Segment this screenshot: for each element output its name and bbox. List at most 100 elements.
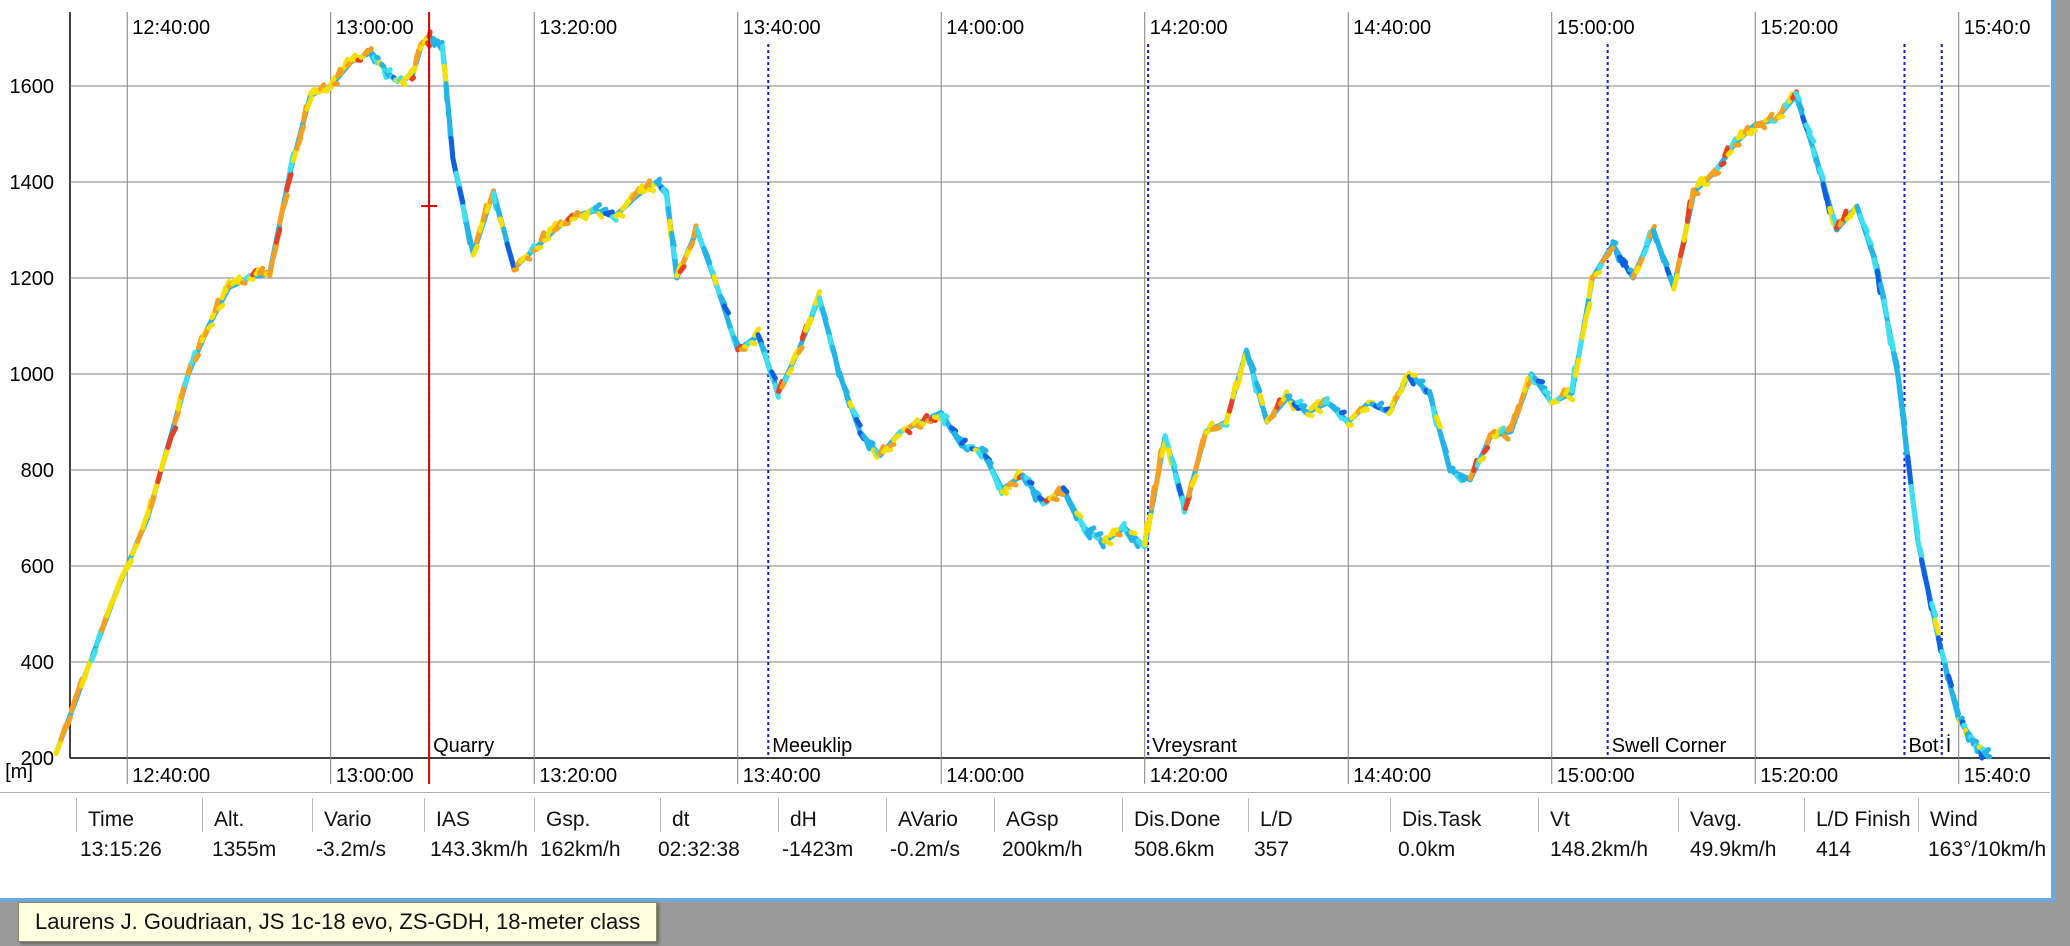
stats-column-value: 163°/10km/h bbox=[1928, 838, 2047, 861]
x-tick-label-top: 14:40:00 bbox=[1353, 17, 1431, 39]
trace-segment bbox=[725, 315, 733, 331]
altitude-chart[interactable]: 1600140012001000800600400200t [m]12:40:0… bbox=[0, 0, 2050, 790]
trace-segment bbox=[959, 437, 968, 446]
stats-column-header[interactable]: Alt. bbox=[214, 808, 244, 832]
trace-segment bbox=[918, 420, 927, 427]
trace-segment bbox=[267, 259, 275, 278]
stats-column-header[interactable]: Vt bbox=[1550, 808, 1570, 832]
stats-column-header[interactable]: L/D Finish bbox=[1816, 808, 1911, 832]
column-separator[interactable] bbox=[994, 798, 995, 832]
trace-segment bbox=[1895, 369, 1904, 401]
stats-column-header[interactable]: Vavg. bbox=[1690, 808, 1742, 832]
y-tick-label: 800 bbox=[21, 460, 54, 482]
stats-column-header[interactable]: AGsp bbox=[1006, 808, 1059, 832]
trace-segment bbox=[1661, 254, 1670, 267]
trace-segment bbox=[409, 74, 417, 82]
stats-column-header[interactable]: Time bbox=[88, 808, 134, 832]
trace-segment bbox=[1427, 388, 1435, 404]
trace-segment bbox=[1891, 351, 1901, 370]
column-separator[interactable] bbox=[886, 798, 887, 832]
trace-segment bbox=[541, 236, 552, 243]
trace-segment bbox=[440, 43, 446, 66]
column-separator[interactable] bbox=[1918, 798, 1919, 832]
trace-segment bbox=[374, 54, 381, 61]
stats-column-value: -0.2m/s bbox=[890, 838, 961, 861]
trace-segment bbox=[423, 35, 430, 43]
trace-segment bbox=[677, 263, 687, 275]
column-separator[interactable] bbox=[1390, 798, 1391, 832]
trace-segment bbox=[1094, 531, 1104, 538]
trace-segment bbox=[1478, 455, 1487, 464]
trace-segment bbox=[955, 435, 965, 442]
trace-segment bbox=[769, 369, 778, 381]
trace-segment bbox=[708, 264, 717, 278]
column-separator[interactable] bbox=[534, 798, 535, 832]
column-separator[interactable] bbox=[312, 798, 313, 832]
trace-segment bbox=[552, 226, 560, 233]
trace-segment bbox=[1233, 376, 1243, 391]
column-separator[interactable] bbox=[778, 798, 779, 832]
column-separator[interactable] bbox=[424, 798, 425, 832]
trace-segment bbox=[1169, 455, 1178, 470]
column-separator[interactable] bbox=[1538, 798, 1539, 832]
y-tick-label: 1600 bbox=[10, 76, 55, 98]
stats-column-header[interactable]: dH bbox=[790, 808, 817, 832]
stats-column-header[interactable]: Gsp. bbox=[546, 808, 590, 832]
trace-segment bbox=[1718, 160, 1727, 168]
column-separator[interactable] bbox=[1678, 798, 1679, 832]
x-tick-label-bottom: 13:20:00 bbox=[539, 765, 617, 787]
stats-column-header[interactable]: Wind bbox=[1930, 808, 1978, 832]
trace-segment bbox=[1481, 445, 1491, 455]
column-separator[interactable] bbox=[76, 798, 77, 832]
trace-segment bbox=[1932, 617, 1941, 636]
trace-segment bbox=[1115, 531, 1123, 538]
trace-segment bbox=[711, 273, 719, 287]
trace-segment bbox=[148, 494, 157, 510]
x-tick-label-bottom: 15:20:00 bbox=[1760, 765, 1838, 787]
waypoint-label: Swell Corner bbox=[1612, 735, 1727, 757]
trace-segment bbox=[1026, 479, 1035, 486]
trace-segment bbox=[1905, 454, 1914, 486]
trace-segment bbox=[942, 412, 950, 420]
column-separator[interactable] bbox=[1122, 798, 1123, 832]
trace-segment bbox=[1912, 509, 1921, 540]
trace-segment bbox=[501, 226, 510, 243]
stats-column-header[interactable]: L/D bbox=[1260, 808, 1293, 832]
stats-column-header[interactable]: Dis.Done bbox=[1134, 808, 1220, 832]
trace-segment bbox=[867, 439, 876, 446]
stats-column-header[interactable]: Dis.Task bbox=[1402, 808, 1481, 832]
trace-segment bbox=[1766, 111, 1775, 122]
trace-segment bbox=[448, 136, 456, 158]
stats-column-header[interactable]: AVario bbox=[898, 808, 958, 832]
waypoint-label: Bot bbox=[1908, 735, 1938, 757]
time-cursor[interactable] bbox=[421, 12, 438, 784]
trace-segment bbox=[134, 526, 146, 544]
trace-segment bbox=[1978, 750, 1985, 761]
trace-segment bbox=[1223, 409, 1232, 426]
waypoint-label: Vreysrant bbox=[1152, 735, 1237, 757]
trace-segment bbox=[1332, 405, 1341, 413]
trace-segment bbox=[524, 255, 533, 262]
trace-segment bbox=[820, 306, 829, 323]
trace-segment bbox=[1057, 491, 1066, 498]
stats-column-value: -3.2m/s bbox=[316, 838, 387, 861]
stats-column-value: 357 bbox=[1254, 838, 1290, 861]
x-tick-label-bottom: 14:20:00 bbox=[1150, 765, 1228, 787]
trace-segment bbox=[592, 202, 603, 211]
column-separator[interactable] bbox=[202, 798, 203, 832]
stats-column-header[interactable]: IAS bbox=[436, 808, 470, 832]
trace-segment bbox=[1315, 407, 1324, 415]
x-tick-label-top: 15:00:00 bbox=[1557, 17, 1635, 39]
column-separator[interactable] bbox=[1804, 798, 1805, 832]
trace-segment bbox=[1817, 166, 1826, 181]
y-tick-label: 1400 bbox=[10, 172, 55, 194]
trace-segment bbox=[948, 425, 959, 434]
column-separator[interactable] bbox=[1248, 798, 1249, 832]
trace-segment bbox=[438, 39, 445, 47]
stats-column-header[interactable]: Vario bbox=[324, 808, 371, 832]
stats-column-header[interactable]: dt bbox=[672, 808, 690, 832]
column-separator[interactable] bbox=[660, 798, 661, 832]
trace-segment bbox=[1793, 90, 1803, 103]
waypoint-label: Meeuklip bbox=[772, 735, 852, 757]
stats-column-value: 148.2km/h bbox=[1550, 838, 1649, 861]
